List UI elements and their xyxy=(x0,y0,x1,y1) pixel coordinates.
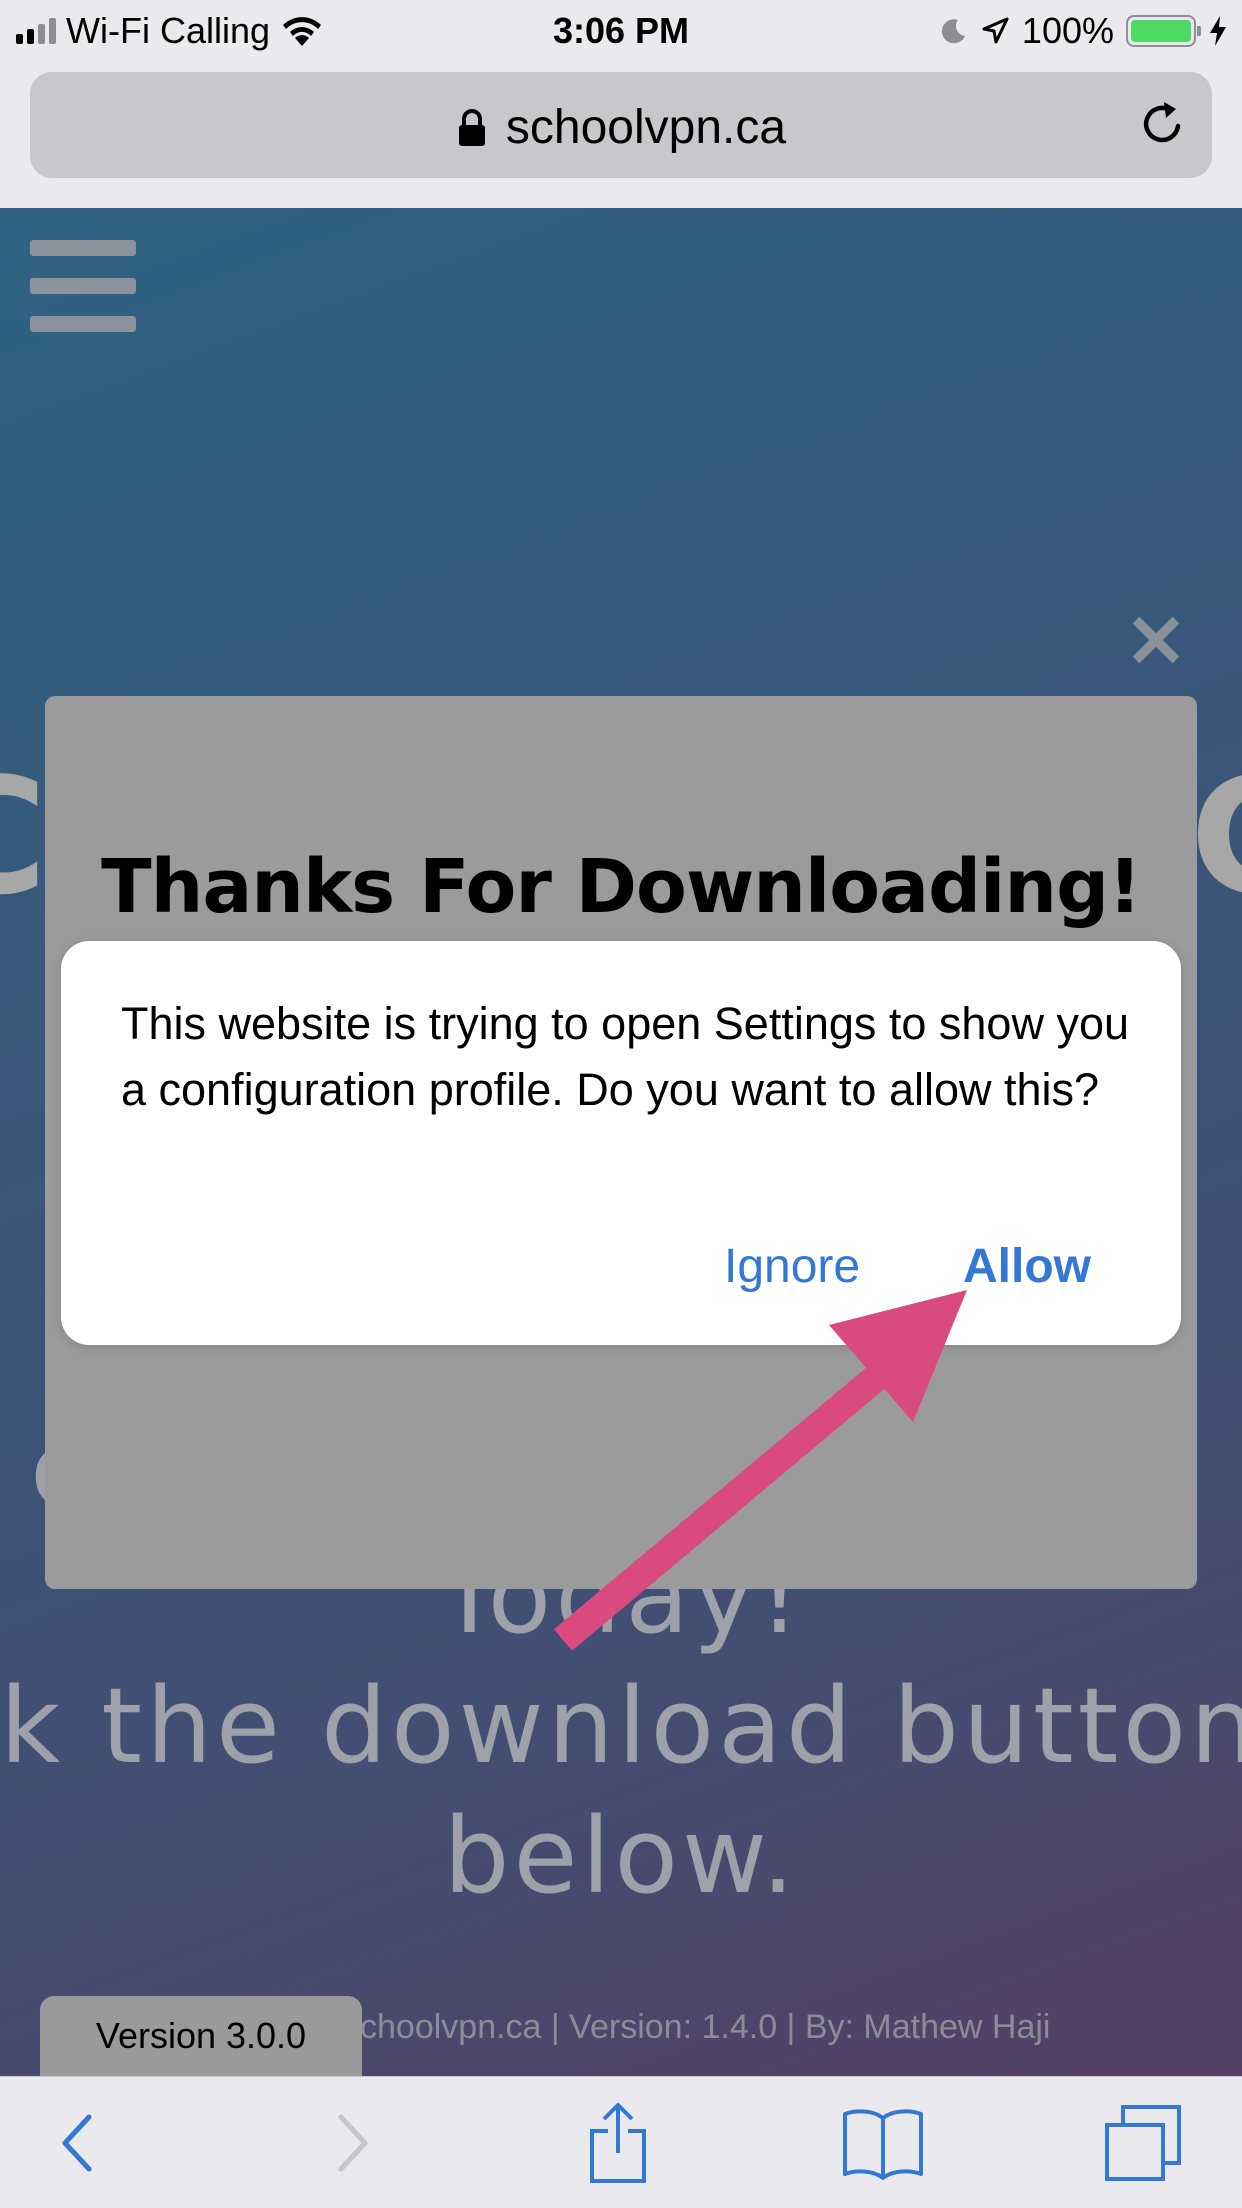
alert-message: This website is trying to open Settings … xyxy=(121,998,1130,1115)
status-bar: Wi-Fi Calling 3:06 PM 100% xyxy=(0,0,1242,62)
bookmarks-button[interactable] xyxy=(838,2101,928,2185)
chevron-left-icon xyxy=(62,2114,92,2172)
lock-icon xyxy=(458,108,485,146)
forward-button[interactable] xyxy=(308,2101,398,2185)
charging-bolt-icon xyxy=(1210,16,1226,46)
tabs-button[interactable] xyxy=(1098,2101,1188,2185)
background-text-line: k the download button d xyxy=(0,1665,1242,1787)
version-tab[interactable]: Version 3.0.0 xyxy=(40,1996,362,2076)
share-button[interactable] xyxy=(573,2101,663,2185)
modal-close-icon[interactable]: ✕ xyxy=(1125,605,1187,679)
browser-toolbar xyxy=(0,2076,1242,2208)
status-right: 100% xyxy=(938,10,1228,52)
share-icon xyxy=(590,2103,646,2183)
edge-letter: C xyxy=(0,743,47,930)
location-arrow-icon xyxy=(982,17,1009,44)
book-icon xyxy=(843,2109,923,2180)
ignore-button[interactable]: Ignore xyxy=(724,1239,860,1294)
moon-icon xyxy=(941,19,965,44)
background-text-line: below. xyxy=(443,1795,799,1917)
battery-percent: 100% xyxy=(1021,10,1114,51)
tabs-icon xyxy=(1105,2105,1181,2181)
battery-icon xyxy=(1126,15,1201,47)
back-button[interactable] xyxy=(32,2101,122,2185)
hamburger-menu-icon[interactable] xyxy=(30,240,136,332)
allow-button[interactable]: Allow xyxy=(963,1239,1091,1294)
url-text: schoolvpn.ca xyxy=(505,101,787,154)
chevron-right-icon xyxy=(338,2114,368,2172)
settings-permission-alert: This website is trying to open Settings … xyxy=(61,941,1181,1345)
address-bar[interactable]: schoolvpn.ca xyxy=(30,72,1212,178)
modal-title: Thanks For Downloading! xyxy=(101,844,1142,930)
page-footer: choolvpn.ca | Version: 1.4.0 | By: Mathe… xyxy=(360,2008,1051,2046)
edge-letter: C xyxy=(1190,743,1242,930)
url-display: schoolvpn.ca xyxy=(30,100,1212,155)
reload-icon[interactable] xyxy=(1136,98,1188,150)
